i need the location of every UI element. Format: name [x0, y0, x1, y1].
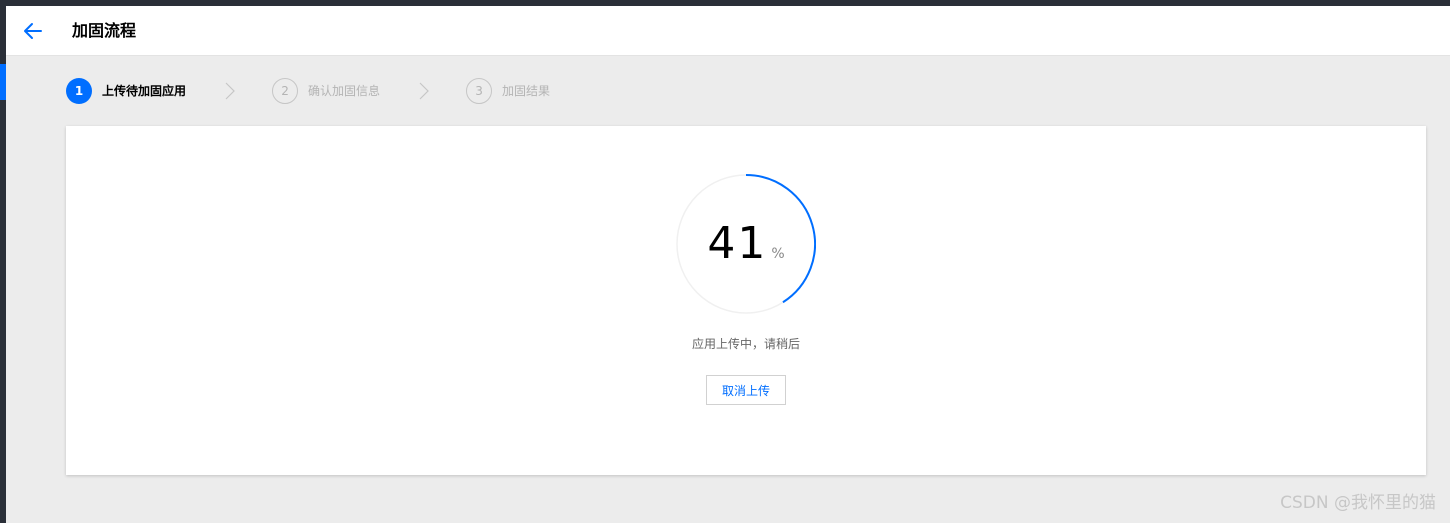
page-header: 加固流程	[6, 6, 1450, 56]
step-number: 2	[272, 78, 299, 104]
back-button[interactable]	[20, 19, 46, 43]
step-1: 1 上传待加固应用	[66, 78, 186, 104]
step-label: 上传待加固应用	[102, 84, 187, 98]
app-root: 加固流程 1 上传待加固应用 2 确认加固信息 3 加固结果 41 % 应用上传…	[0, 6, 1450, 523]
chevron-right-icon	[419, 82, 429, 100]
step-label: 加固结果	[502, 84, 551, 98]
step-number: 3	[466, 78, 493, 104]
progress-value: 41	[707, 218, 768, 269]
progress-unit: %	[771, 246, 785, 262]
progress-readout: 41 %	[676, 174, 816, 314]
arrow-left-icon	[24, 23, 42, 39]
chevron-right-icon	[225, 82, 235, 100]
upload-card: 41 % 应用上传中，请稍后 取消上传	[66, 126, 1426, 475]
watermark: CSDN @我怀里的猫	[1280, 493, 1436, 513]
page-title: 加固流程	[72, 21, 137, 40]
cancel-upload-button[interactable]: 取消上传	[706, 375, 786, 405]
left-rail	[0, 6, 6, 523]
step-2: 2 确认加固信息	[272, 78, 380, 104]
stepper: 1 上传待加固应用 2 确认加固信息 3 加固结果	[66, 78, 550, 104]
rail-active-indicator	[0, 64, 6, 100]
step-3: 3 加固结果	[466, 78, 550, 104]
upload-status-text: 应用上传中，请稍后	[691, 337, 800, 351]
step-number: 1	[66, 78, 92, 104]
step-label: 确认加固信息	[308, 84, 381, 98]
